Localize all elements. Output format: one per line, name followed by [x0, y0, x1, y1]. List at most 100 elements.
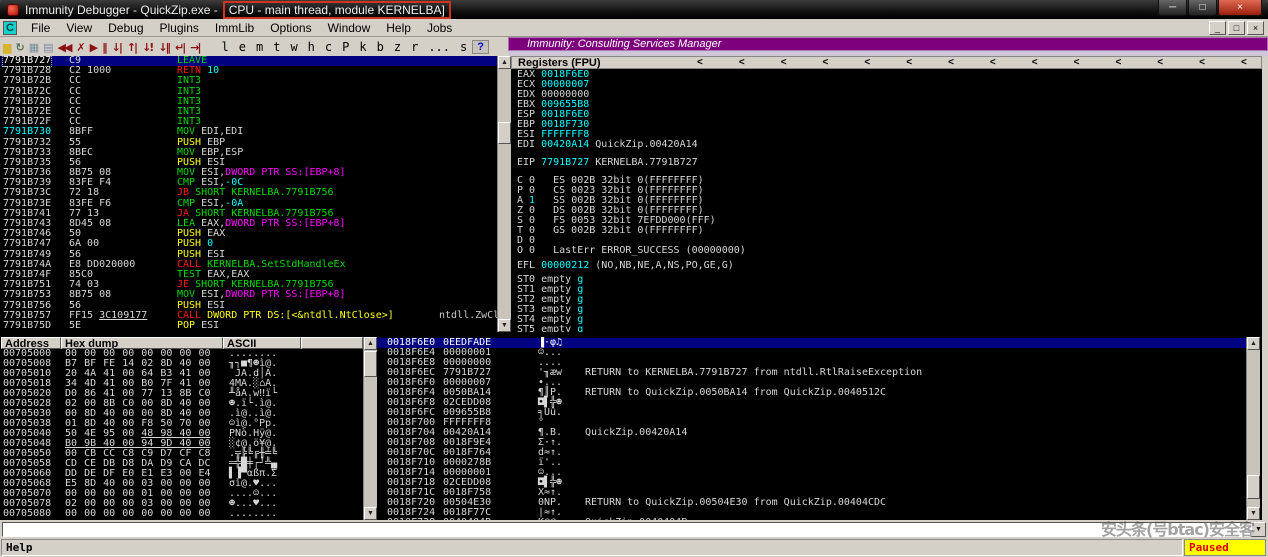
close-program-icon[interactable]: ✗ — [76, 41, 83, 54]
menu-item-options[interactable]: Options — [262, 20, 319, 36]
collapse-chevron-icon[interactable]: < — [864, 57, 870, 68]
scroll-thumb[interactable] — [498, 122, 511, 144]
execute-till-return-icon[interactable]: ↵| — [175, 41, 184, 54]
stack-row[interactable]: 0018F6E00EEDFADE▐·φ♫ — [377, 338, 1246, 348]
stack-row[interactable]: 0018F6FC009655B8╕Uû. — [377, 408, 1246, 418]
disasm-row[interactable]: 7791B75D5EPOP ESI — [1, 321, 497, 331]
register-line[interactable]: EBX 009655B8 — [517, 100, 1262, 110]
toolbar-letter-button-k[interactable]: k — [354, 40, 371, 54]
register-line[interactable]: EAX 0018F6E0 — [517, 70, 1262, 80]
collapse-chevron-icon[interactable]: < — [948, 57, 954, 68]
register-line[interactable]: ST4 empty g — [517, 315, 1262, 325]
scroll-down-arrow[interactable]: ▼ — [364, 507, 377, 520]
scroll-down-arrow[interactable]: ▼ — [498, 319, 511, 332]
stack-row[interactable]: 0018F7080018F9E4Σ·↑. — [377, 438, 1246, 448]
toolbar-letter-button-t[interactable]: t — [268, 40, 285, 54]
collapse-chevron-icon[interactable]: < — [1157, 57, 1163, 68]
scroll-thumb[interactable] — [1247, 475, 1260, 499]
stack-scrollbar[interactable]: ▲ ▼ — [1246, 337, 1260, 520]
collapse-chevron-icon[interactable]: < — [739, 57, 745, 68]
registers-pane[interactable]: EAX 0018F6E0ECX 00000007EDX 00000000EBX … — [511, 69, 1262, 332]
toolbar-letter-button-l[interactable]: l — [217, 40, 234, 54]
dump-row[interactable]: 0070508000 00 00 00 00 00 00 00........ — [1, 509, 363, 519]
menu-item-view[interactable]: View — [58, 20, 100, 36]
menu-item-help[interactable]: Help — [378, 20, 419, 36]
menu-item-file[interactable]: File — [23, 20, 58, 36]
stack-row[interactable]: 0018F6F802CEDD08◘▌╬☻ — [377, 398, 1246, 408]
dump-scrollbar[interactable]: ▲ ▼ — [363, 337, 377, 520]
scroll-down-arrow[interactable]: ▼ — [1247, 507, 1260, 520]
pause-icon[interactable]: ‖ — [102, 41, 106, 54]
close-button[interactable]: × — [1218, 0, 1262, 16]
collapse-chevron-icon[interactable]: < — [1241, 57, 1247, 68]
toolbar-letter-button-m[interactable]: m — [251, 40, 268, 54]
stack-row[interactable]: 0018F6EC7791B727'╖æwRETURN to KERNELBA.7… — [377, 368, 1246, 378]
step-over-icon[interactable]: ↑| — [127, 41, 136, 54]
collapse-chevron-icon[interactable]: < — [823, 57, 829, 68]
toolbar-letter-button-r[interactable]: r — [406, 40, 423, 54]
step-into-icon[interactable]: ↓| — [112, 41, 121, 54]
mdi-restore-button[interactable]: □ — [1228, 21, 1245, 35]
stack-row[interactable]: 0018F70400420A14¶.B.QuickZip.00420A14 — [377, 428, 1246, 438]
register-line[interactable]: ESP 0018F6E0 — [517, 110, 1262, 120]
stack-row[interactable]: 0018F700FFFFFFF8° — [377, 418, 1246, 428]
register-line[interactable]: ST3 empty g — [517, 305, 1262, 315]
menu-item-jobs[interactable]: Jobs — [419, 20, 460, 36]
toolbar-letter-button-s[interactable]: s — [455, 40, 472, 54]
stack-row[interactable]: 0018F7100000278Bï'.. — [377, 458, 1246, 468]
stack-row[interactable]: 0018F70C0018F764d≈↑. — [377, 448, 1246, 458]
menu-item-window[interactable]: Window — [320, 20, 379, 36]
register-line[interactable]: EFL 00000212 (NO,NB,NE,A,NS,PO,GE,G) — [517, 261, 1262, 271]
register-line[interactable]: ECX 00000007 — [517, 80, 1262, 90]
collapse-chevron-icon[interactable]: < — [1074, 57, 1080, 68]
stack-row[interactable]: 0018F7240018F77C|≈↑. — [377, 508, 1246, 518]
scroll-up-arrow[interactable]: ▲ — [364, 337, 377, 350]
scroll-up-arrow[interactable]: ▲ — [498, 56, 511, 69]
stack-row[interactable]: 0018F6F40050BA14¶║P.RETURN to QuickZip.0… — [377, 388, 1246, 398]
stack-row[interactable]: 0018F71802CEDD08◘▌╬☻ — [377, 478, 1246, 488]
stack-row[interactable]: 0018F6E400000001☺... — [377, 348, 1246, 358]
toolbar-letter-button-e[interactable]: e — [234, 40, 251, 54]
mdi-close-button[interactable]: × — [1247, 21, 1264, 35]
register-line[interactable]: ST0 empty g — [517, 275, 1262, 285]
stack-row[interactable]: 0018F72000504E300NP.RETURN to QuickZip.0… — [377, 498, 1246, 508]
collapse-chevron-icon[interactable]: < — [1032, 57, 1038, 68]
collapse-chevron-icon[interactable]: < — [1115, 57, 1121, 68]
register-line[interactable]: EIP 7791B727 KERNELBA.7791B727 — [517, 158, 1262, 168]
toolbar-letter-button-...[interactable]: ... — [423, 40, 455, 54]
memory-map-icon[interactable]: ▤ — [43, 41, 51, 54]
collapse-chevron-icon[interactable]: < — [697, 57, 703, 68]
toolbar-letter-button-c[interactable]: c — [320, 40, 337, 54]
disassembly-scrollbar[interactable]: ▲ ▼ — [497, 56, 511, 332]
help-button[interactable]: ? — [472, 40, 489, 54]
toolbar-letter-button-z[interactable]: z — [389, 40, 406, 54]
disassembly-pane[interactable]: 7791B727C9LEAVE7791B728C2 1000RETN 10779… — [1, 56, 497, 332]
scroll-thumb[interactable] — [364, 351, 377, 377]
menu-item-immlib[interactable]: ImmLib — [207, 20, 262, 36]
command-input[interactable] — [2, 522, 1251, 537]
toolbar-letter-button-P[interactable]: P — [337, 40, 354, 54]
windows-list-icon[interactable]: ▦ — [29, 41, 37, 54]
menu-item-plugins[interactable]: Plugins — [152, 20, 207, 36]
maximize-button[interactable]: □ — [1188, 0, 1217, 16]
mdi-minimize-button[interactable]: _ — [1209, 21, 1226, 35]
toolbar-letter-button-h[interactable]: h — [303, 40, 320, 54]
stack-row[interactable]: 0018F71400000001☺... — [377, 468, 1246, 478]
toolbar-letter-button-w[interactable]: w — [285, 40, 302, 54]
register-line[interactable]: O 0 LastErr ERROR_SUCCESS (00000000) — [517, 246, 1262, 256]
register-line[interactable]: EBP 0018F730 — [517, 120, 1262, 130]
register-line[interactable]: T 0 GS 002B 32bit 0(FFFFFFFF) — [517, 226, 1262, 236]
hex-dump-pane[interactable]: 0070500000 00 00 00 00 00 00 00........0… — [1, 349, 363, 520]
register-line[interactable]: EDI 00420A14 QuickZip.00420A14 — [517, 140, 1262, 150]
step-backward-icon[interactable]: ◀◀ — [58, 41, 71, 54]
collapse-chevron-icon[interactable]: < — [990, 57, 996, 68]
menu-item-debug[interactable]: Debug — [100, 20, 151, 36]
scroll-up-arrow[interactable]: ▲ — [1247, 337, 1260, 350]
register-line[interactable]: ST5 empty g — [517, 325, 1262, 332]
register-line[interactable]: ST2 empty g — [517, 295, 1262, 305]
trace-over-icon[interactable]: ↓‖ — [158, 41, 169, 54]
open-file-icon[interactable]: ▆ — [3, 41, 9, 54]
command-dropdown-arrow[interactable]: ▼ — [1251, 522, 1266, 537]
register-line[interactable]: ST1 empty g — [517, 285, 1262, 295]
register-line[interactable]: EDX 00000000 — [517, 90, 1262, 100]
